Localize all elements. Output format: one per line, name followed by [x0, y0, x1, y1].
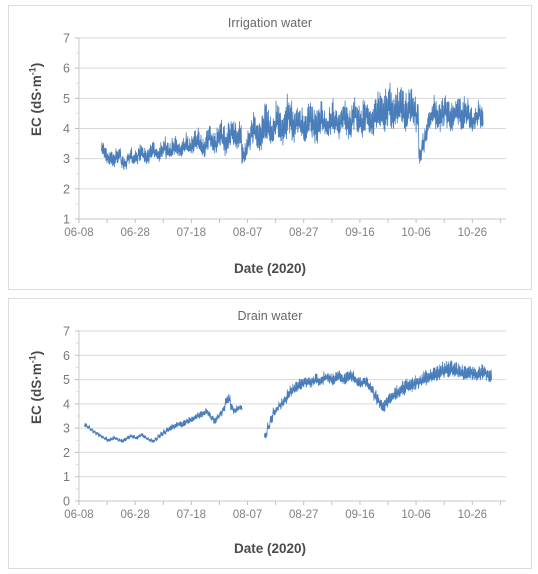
svg-text:06-28: 06-28	[120, 227, 149, 239]
chart-panel-drain: Drain water EC (dS·m-1) 0 1 2 3 4 5 6 7 06-08 06-…	[8, 298, 532, 569]
plot-area-drain: 0 1 2 3 4 5 6 7 06-08 06-28 07-18 08-07 08-27 09-16 10…	[63, 325, 506, 521]
svg-text:09-16: 09-16	[345, 227, 374, 239]
svg-text:1: 1	[63, 213, 70, 227]
svg-text:1: 1	[63, 470, 70, 484]
svg-text:3: 3	[63, 422, 70, 436]
svg-text:6: 6	[63, 349, 70, 363]
svg-text:09-16: 09-16	[345, 509, 374, 521]
plot-area-irrigation: 1 2 3 4 5 6 7 06-08 06-28 07-18 08-07 08-27 09-16 10-…	[63, 32, 506, 239]
svg-text:10-06: 10-06	[401, 227, 430, 239]
svg-text:6: 6	[63, 62, 70, 76]
svg-text:06-28: 06-28	[120, 509, 149, 521]
x-axis-title-irrigation: Date (2020)	[233, 261, 307, 276]
svg-text:06-08: 06-08	[64, 509, 93, 521]
svg-text:2: 2	[63, 182, 70, 196]
svg-text:4: 4	[63, 397, 70, 411]
svg-text:0: 0	[63, 495, 70, 509]
x-axis-title-drain: Date (2020)	[233, 541, 307, 556]
svg-text:06-08: 06-08	[64, 227, 93, 239]
chart-panel-irrigation: Irrigation water EC (dS·m-1) 1 2 3 4 5 6 7 06-0…	[8, 5, 532, 290]
svg-text:3: 3	[63, 152, 70, 166]
svg-text:5: 5	[63, 92, 70, 106]
svg-text:07-18: 07-18	[177, 509, 206, 521]
svg-text:08-27: 08-27	[289, 509, 318, 521]
svg-text:7: 7	[63, 32, 70, 46]
svg-text:10-26: 10-26	[458, 227, 487, 239]
figure-page: Irrigation water EC (dS·m-1) 1 2 3 4 5 6 7 06-0…	[0, 0, 538, 574]
svg-text:4: 4	[63, 122, 70, 136]
svg-text:08-27: 08-27	[289, 227, 318, 239]
svg-text:07-18: 07-18	[177, 227, 206, 239]
svg-text:08-07: 08-07	[233, 509, 262, 521]
svg-text:5: 5	[63, 373, 70, 387]
svg-text:7: 7	[63, 325, 70, 339]
svg-text:10-06: 10-06	[401, 509, 430, 521]
svg-text:10-26: 10-26	[458, 509, 487, 521]
svg-text:2: 2	[63, 446, 70, 460]
svg-text:08-07: 08-07	[233, 227, 262, 239]
